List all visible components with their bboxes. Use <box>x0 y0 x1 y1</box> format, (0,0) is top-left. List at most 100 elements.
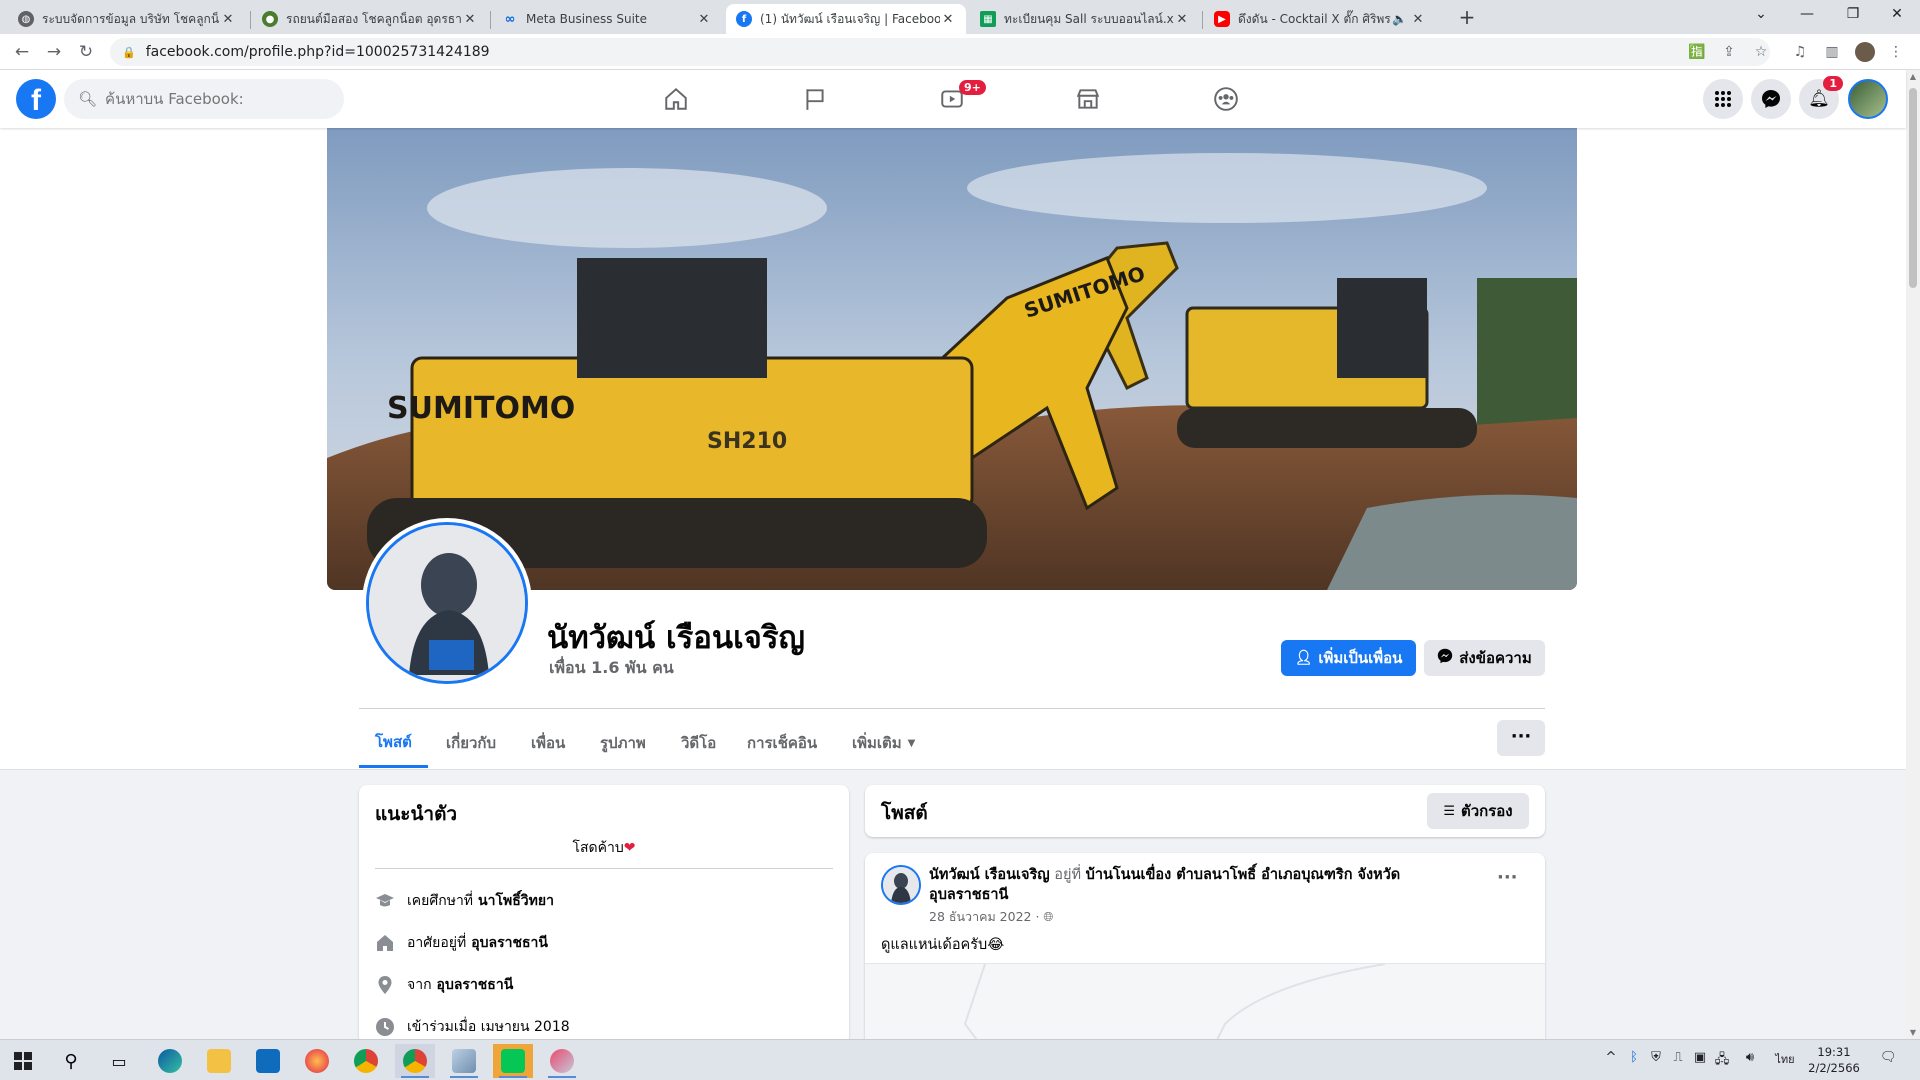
browser-tab-6[interactable]: ▶ ดึงดัน - Cocktail X ตั๊ก ศิริพร | แ 🔈 … <box>1204 4 1436 34</box>
clock-icon <box>375 1017 395 1037</box>
scroll-thumb[interactable] <box>1909 88 1917 288</box>
close-tab-icon[interactable]: ✕ <box>462 12 478 27</box>
taskbar-edge[interactable] <box>150 1044 190 1078</box>
close-tab-icon[interactable]: ✕ <box>1410 12 1426 27</box>
back-arrow-icon[interactable]: ← <box>10 40 34 64</box>
close-tab-icon[interactable]: ✕ <box>220 12 236 27</box>
facebook-search[interactable]: 🔍︎ <box>64 79 344 119</box>
browser-tab-5[interactable]: ▦ ทะเบียนคุม Sall ระบบออนไลน์.xlsx - Goo… <box>970 4 1200 34</box>
friend-count[interactable]: เพื่อน 1.6 พัน คน <box>549 656 674 681</box>
account-avatar[interactable] <box>1848 79 1888 119</box>
facebook-logo-icon[interactable]: f <box>16 79 56 119</box>
menu-dots-icon[interactable]: ⋮ <box>1886 42 1906 62</box>
bookmark-star-icon[interactable]: ☆ <box>1751 42 1771 62</box>
profile-avatar-icon[interactable] <box>1855 42 1875 62</box>
tab-title: รถยนต์มือสอง โชคลูกน็อต อุดรธานี <box>286 11 462 26</box>
tab-about[interactable]: เกี่ยวกับ <box>430 718 512 768</box>
close-tab-icon[interactable]: ✕ <box>940 12 956 27</box>
tab-more[interactable]: เพิ่มเติม ▼ <box>836 718 931 768</box>
clock-date: 2/2/2566 <box>1808 1061 1860 1075</box>
input-language[interactable]: ไทย <box>1772 1050 1798 1068</box>
current-city-link[interactable]: อุบลราชธานี <box>471 932 548 954</box>
nav-home[interactable] <box>621 76 731 122</box>
browser-tab-3[interactable]: ∞ Meta Business Suite ✕ <box>492 4 722 34</box>
scroll-up-arrow-icon[interactable]: ▲ <box>1908 72 1918 81</box>
filter-button[interactable]: ☰ ตัวกรอง <box>1427 793 1529 829</box>
page-scrollbar[interactable]: ▲ ▼ <box>1906 70 1920 1039</box>
show-hidden-icons-icon[interactable]: ^ <box>1603 1050 1619 1068</box>
search-input[interactable] <box>105 90 326 108</box>
tab-photos[interactable]: รูปภาพ <box>584 718 662 768</box>
security-shield-icon[interactable]: ⛨ <box>1648 1050 1664 1068</box>
tab-videos[interactable]: วิดีโอ <box>665 718 732 768</box>
caret-down-icon: ▼ <box>907 737 916 749</box>
tab-title: ระบบจัดการข้อมูล บริษัท โชคลูกน็อต อุดรธ… <box>42 11 220 26</box>
nav-marketplace[interactable] <box>1033 76 1143 122</box>
volume-icon[interactable]: 🔊︎ <box>1742 1050 1758 1068</box>
usb-icon[interactable]: ⎍ <box>1670 1050 1686 1068</box>
translate-icon[interactable]: 🈯 <box>1687 42 1707 62</box>
post-date[interactable]: 28 ธันวาคม 2022 · <box>929 909 1039 924</box>
share-icon[interactable]: ⇪ <box>1719 42 1739 62</box>
close-tab-icon[interactable]: ✕ <box>696 12 712 27</box>
profile-picture[interactable] <box>362 518 532 688</box>
school-link[interactable]: นาโพธิ์วิทยา <box>478 890 554 912</box>
browser-tab-4-active[interactable]: f (1) นัทวัฒน์ เรือนเจริญ | Facebook ✕ <box>726 4 966 34</box>
address-bar[interactable]: 🔒 facebook.com/profile.php?id=1000257314… <box>110 38 1770 66</box>
taskbar-chrome[interactable] <box>346 1044 386 1078</box>
hometown-link[interactable]: อุบลราชธานี <box>437 974 514 996</box>
tab-posts[interactable]: โพสต์ <box>359 718 428 768</box>
groups-icon <box>1214 87 1238 111</box>
tab-search-button[interactable]: ⌄ <box>1738 0 1784 30</box>
taskbar-clock[interactable]: 19:31 2/2/2566 <box>1808 1044 1860 1076</box>
header-bottom-border <box>0 769 1906 770</box>
grid-icon <box>1715 91 1731 107</box>
close-tab-icon[interactable]: ✕ <box>1174 12 1190 27</box>
media-control-icon[interactable]: ♫ <box>1790 42 1810 62</box>
browser-tab-2[interactable]: ● รถยนต์มือสอง โชคลูกน็อต อุดรธานี ✕ <box>252 4 488 34</box>
reload-icon[interactable]: ↻ <box>74 40 98 64</box>
restore-button[interactable]: ❐ <box>1830 0 1876 30</box>
close-window-button[interactable]: ✕ <box>1874 0 1920 30</box>
nav-groups[interactable] <box>1171 76 1281 122</box>
post-author-name[interactable]: นัทวัฒน์ เรือนเจริญ <box>929 867 1050 883</box>
cover-photo[interactable]: SUMITOMO SUMITOMO SH210 <box>327 128 1577 590</box>
intro-joined: เข้าร่วมเมื่อ เมษายน 2018 <box>375 1015 570 1039</box>
send-message-button[interactable]: ส่งข้อความ <box>1424 640 1545 676</box>
new-tab-button[interactable]: + <box>1455 6 1479 30</box>
add-friend-button[interactable]: 👤︎ เพิ่มเป็นเพื่อน <box>1281 640 1416 676</box>
taskbar-explorer[interactable] <box>199 1044 239 1078</box>
facebook-icon: f <box>736 11 752 27</box>
scroll-down-arrow-icon[interactable]: ▼ <box>1908 1028 1918 1037</box>
notification-center-icon[interactable]: 🗨︎ <box>1880 1050 1897 1068</box>
tab-friends[interactable]: เพื่อน <box>515 718 581 768</box>
post-author-avatar[interactable] <box>881 865 921 905</box>
browser-tab-1[interactable]: ◍ ระบบจัดการข้อมูล บริษัท โชคลูกน็อต อุด… <box>8 4 246 34</box>
start-button[interactable] <box>3 1044 43 1078</box>
tab-checkins[interactable]: การเช็คอิน <box>731 718 833 768</box>
nav-pages[interactable] <box>760 76 870 122</box>
audio-playing-icon[interactable]: 🔈 <box>1392 12 1410 26</box>
forward-arrow-icon[interactable]: → <box>42 40 66 64</box>
messenger-button[interactable] <box>1751 79 1791 119</box>
nav-watch[interactable]: 9+ <box>897 76 1007 122</box>
taskbar-mail[interactable] <box>248 1044 288 1078</box>
profile-more-button[interactable]: ··· <box>1497 720 1545 756</box>
network-icon[interactable]: 🖧︎ <box>1714 1050 1730 1068</box>
taskbar-search-button[interactable]: ⚲ <box>51 1044 91 1078</box>
display-icon[interactable]: ▣ <box>1692 1050 1708 1068</box>
taskbar-snip[interactable] <box>542 1044 582 1078</box>
notifications-button[interactable]: 🔔︎ 1 <box>1799 76 1843 119</box>
taskbar-app-window[interactable] <box>444 1044 484 1078</box>
taskbar-chrome-profile[interactable] <box>395 1044 435 1078</box>
minimize-button[interactable]: — <box>1784 0 1830 30</box>
post-options-icon[interactable]: ··· <box>1497 867 1518 888</box>
side-panel-icon[interactable]: ▥ <box>1822 42 1842 62</box>
taskbar-firefox[interactable] <box>297 1044 337 1078</box>
menu-grid-button[interactable] <box>1703 79 1743 119</box>
chrome-icon <box>354 1049 378 1073</box>
profile-name: นัทวัฒน์ เรือนเจริญ <box>547 620 805 656</box>
task-view-button[interactable]: ▭ <box>99 1044 139 1078</box>
taskbar-line[interactable] <box>493 1044 533 1078</box>
bluetooth-icon[interactable]: ᛒ <box>1626 1050 1642 1068</box>
